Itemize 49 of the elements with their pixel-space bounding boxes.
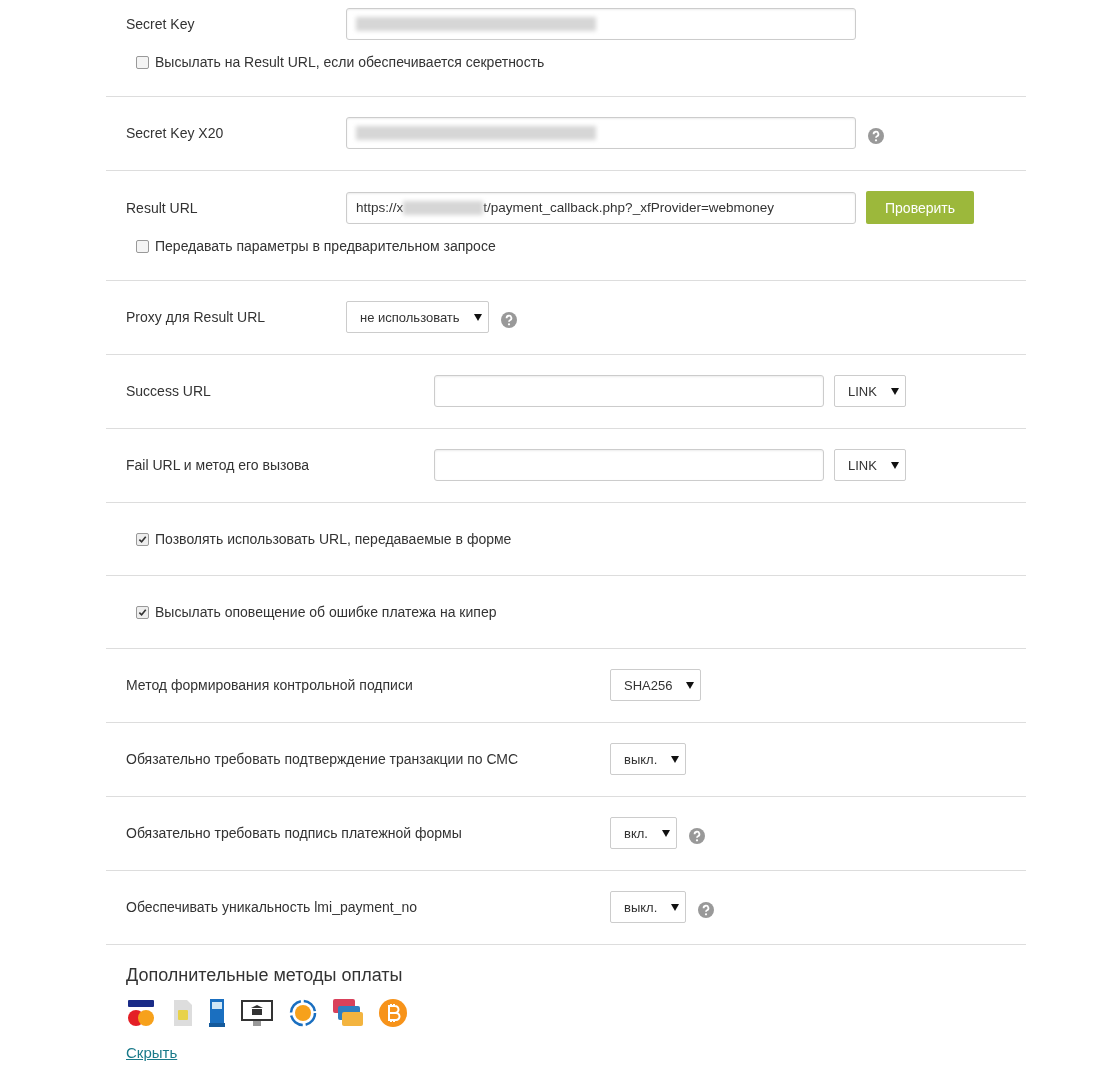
url-field[interactable] [434,375,824,407]
secret-key-field[interactable] [346,117,856,149]
caret-icon [661,829,670,837]
field-label: Fail URL и метод его вызова [126,457,311,473]
field-label: Обязательно требовать подтверждение транзакции по СМС [126,751,520,767]
field-label: Proxy для Result URL [126,309,267,325]
field-label: Secret Key X20 [126,125,225,141]
checkbox[interactable] [136,239,149,253]
field-label: Метод формирования контрольной подписи [126,677,414,693]
help-icon[interactable] [868,128,884,144]
caret-icon [671,903,680,911]
checkbox[interactable] [136,532,149,546]
dropdown[interactable]: выкл. [610,743,687,775]
method-dropdown[interactable]: LINK [834,375,906,407]
secret-key-field[interactable] [346,8,856,40]
cards-stack-icon[interactable] [332,998,364,1028]
checkbox-label: Высылать на Result URL, если обеспечивается секретность [155,54,545,70]
checkbox[interactable] [136,605,149,619]
caret-icon [890,387,899,395]
dropdown[interactable]: не использовать [346,301,489,333]
checkbox-label: Позволять использовать URL, передаваемые в форме [155,531,512,547]
dropdown[interactable]: выкл. [610,891,687,923]
caret-icon [890,461,899,469]
url-field[interactable] [434,449,824,481]
field-label: Success URL [126,383,212,399]
caret-icon [671,755,680,763]
checkbox-label: Высылать оповещение об ошибке платежа на кипер [155,604,497,620]
hide-link[interactable]: Скрыть [126,1044,178,1061]
caret-icon [686,681,695,689]
dropdown[interactable]: SHA256 [610,669,702,701]
field-label: Result URL [126,199,199,216]
help-icon[interactable] [500,312,517,328]
result-url-field[interactable]: https://x t/payment_callback.php?_xfProvider=webmoney [346,191,856,224]
currency-exchange-icon[interactable] [288,998,318,1028]
sim-card-icon[interactable] [172,998,194,1028]
dropdown[interactable]: вкл. [610,817,677,849]
caret-icon [473,313,482,321]
checkbox-label: Передавать параметры в предварительном запросе [155,238,496,254]
bitcoin-icon[interactable] [378,998,408,1028]
help-icon[interactable] [688,828,705,844]
checkbox[interactable] [136,55,149,69]
bank-monitor-icon[interactable] [240,998,274,1028]
section-heading: Дополнительные методы оплаты [126,965,404,986]
method-dropdown[interactable]: LINK [834,449,906,481]
terminal-icon[interactable] [208,998,226,1028]
field-label: Обеспечивать уникальность lmi_payment_no [126,899,418,915]
field-label: Secret Key [126,16,196,32]
field-label: Обязательно требовать подпись платежной формы [126,825,463,841]
help-icon[interactable] [698,902,715,918]
